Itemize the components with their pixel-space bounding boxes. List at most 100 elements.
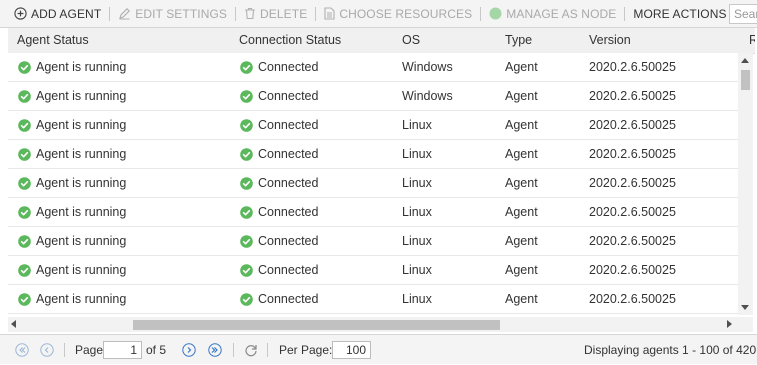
os-cell: Linux <box>402 147 432 161</box>
connection-status-text: Connected <box>258 263 319 277</box>
check-circle-icon <box>18 235 36 248</box>
add-agent-label: ADD AGENT <box>31 6 102 21</box>
version-cell: 2020.2.6.50025 <box>589 205 676 219</box>
toolbar-divider <box>109 6 111 21</box>
more-actions-button[interactable]: MORE ACTIONS <box>633 0 736 28</box>
table-row[interactable]: Agent is running Connected Windows Agent 202… <box>8 53 738 82</box>
column-header-type[interactable]: Type <box>505 28 532 53</box>
check-circle-icon <box>240 235 258 248</box>
agent-status-cell: Agent is running <box>18 82 126 111</box>
agent-status-text: Agent is running <box>36 118 127 132</box>
agent-status-text: Agent is running <box>36 89 127 103</box>
next-page-icon[interactable] <box>182 343 196 357</box>
check-circle-icon <box>240 206 258 219</box>
first-page-icon[interactable] <box>15 343 29 357</box>
connection-status-text: Connected <box>258 234 319 248</box>
choose-resources-button[interactable]: CHOOSE RESOURCES <box>324 0 472 28</box>
toolbar-divider <box>480 6 482 21</box>
column-header-os[interactable]: OS <box>402 28 420 53</box>
scroll-right-icon[interactable] <box>727 320 732 328</box>
agent-status-cell: Agent is running <box>18 111 126 140</box>
connection-status-cell: Connected <box>240 169 318 198</box>
agent-status-cell: Agent is running <box>18 53 126 82</box>
toolbar-divider <box>235 6 237 21</box>
connection-status-text: Connected <box>258 147 319 161</box>
os-cell: Windows <box>402 60 453 74</box>
manage-as-node-label: MANAGE AS NODE <box>506 6 617 21</box>
column-header-agent-status[interactable]: Agent Status <box>17 28 89 53</box>
check-circle-icon <box>18 293 36 306</box>
agents-grid: Agent Status Connection Status OS Type V… <box>8 28 755 317</box>
connection-status-cell: Connected <box>240 285 318 314</box>
horizontal-scroll-thumb[interactable] <box>133 320 500 330</box>
last-page-icon[interactable] <box>208 343 222 357</box>
agent-status-text: Agent is running <box>36 205 127 219</box>
type-cell: Agent <box>505 118 538 132</box>
vertical-scroll-thumb[interactable] <box>741 70 750 90</box>
connection-status-text: Connected <box>258 292 319 306</box>
toolbar-divider <box>624 6 626 21</box>
os-cell: Linux <box>402 118 432 132</box>
table-row[interactable]: Agent is running Connected Linux Agent 2020.… <box>8 140 738 169</box>
horizontal-scrollbar[interactable] <box>8 317 738 332</box>
version-cell: 2020.2.6.50025 <box>589 263 676 277</box>
connection-status-text: Connected <box>258 89 319 103</box>
os-cell: Linux <box>402 263 432 277</box>
column-header-version[interactable]: Version <box>589 28 631 53</box>
table-row[interactable]: Agent is running Connected Linux Agent 2020.… <box>8 285 738 314</box>
page-count-label: of 5 <box>146 343 167 357</box>
agent-status-text: Agent is running <box>36 292 127 306</box>
agent-status-text: Agent is running <box>36 176 127 190</box>
plus-circle-icon <box>14 7 27 20</box>
type-cell: Agent <box>505 234 538 248</box>
pencil-icon <box>118 7 131 20</box>
table-row[interactable]: Agent is running Connected Linux Agent 2020.… <box>8 111 738 140</box>
check-circle-icon <box>240 119 258 132</box>
connection-status-cell: Connected <box>240 256 318 285</box>
previous-page-icon[interactable] <box>40 343 54 357</box>
refresh-icon[interactable] <box>244 343 258 357</box>
manage-as-node-button[interactable]: MANAGE AS NODE <box>489 0 616 28</box>
check-circle-icon <box>18 148 36 161</box>
connection-status-cell: Connected <box>240 227 318 256</box>
connection-status-text: Connected <box>258 176 319 190</box>
scroll-down-icon[interactable] <box>741 305 749 310</box>
type-cell: Agent <box>505 147 538 161</box>
agent-status-cell: Agent is running <box>18 285 126 314</box>
os-cell: Linux <box>402 234 432 248</box>
per-page-input[interactable]: 100 <box>332 341 371 359</box>
column-header-connection-status[interactable]: Connection Status <box>239 28 341 53</box>
table-row[interactable]: Agent is running Connected Linux Agent 2020.… <box>8 256 738 285</box>
pager-divider <box>64 343 65 357</box>
grid-header: Agent Status Connection Status OS Type V… <box>8 28 755 54</box>
connection-status-text: Connected <box>258 60 319 74</box>
column-header-r[interactable]: R <box>749 28 755 53</box>
agent-status-text: Agent is running <box>36 234 127 248</box>
check-circle-icon <box>18 264 36 277</box>
more-actions-label: MORE ACTIONS <box>633 6 727 21</box>
version-cell: 2020.2.6.50025 <box>589 89 676 103</box>
node-circle-icon <box>489 7 502 20</box>
scroll-up-icon[interactable] <box>741 58 749 63</box>
agent-status-text: Agent is running <box>36 263 127 277</box>
delete-button[interactable]: DELETE <box>244 0 307 28</box>
edit-settings-button[interactable]: EDIT SETTINGS <box>118 0 227 28</box>
add-agent-button[interactable]: ADD AGENT <box>14 0 101 28</box>
scroll-left-icon[interactable] <box>11 320 16 328</box>
page-number-input[interactable]: 1 <box>103 341 142 359</box>
table-row[interactable]: Agent is running Connected Windows Agent 202… <box>8 82 738 111</box>
pager-divider <box>233 343 234 357</box>
table-row[interactable]: Agent is running Connected Linux Agent 2020.… <box>8 198 738 227</box>
display-summary: Displaying agents 1 - 100 of 420 <box>584 343 757 357</box>
check-circle-icon <box>18 90 36 103</box>
version-cell: 2020.2.6.50025 <box>589 234 676 248</box>
check-circle-icon <box>240 90 258 103</box>
table-row[interactable]: Agent is running Connected Linux Agent 2020.… <box>8 169 738 198</box>
agent-status-text: Agent is running <box>36 147 127 161</box>
search-input[interactable]: Search <box>729 4 757 24</box>
vertical-scrollbar[interactable] <box>738 53 753 315</box>
connection-status-cell: Connected <box>240 82 318 111</box>
agent-status-cell: Agent is running <box>18 169 126 198</box>
page-label: Page <box>75 343 104 357</box>
table-row[interactable]: Agent is running Connected Linux Agent 2020.… <box>8 227 738 256</box>
